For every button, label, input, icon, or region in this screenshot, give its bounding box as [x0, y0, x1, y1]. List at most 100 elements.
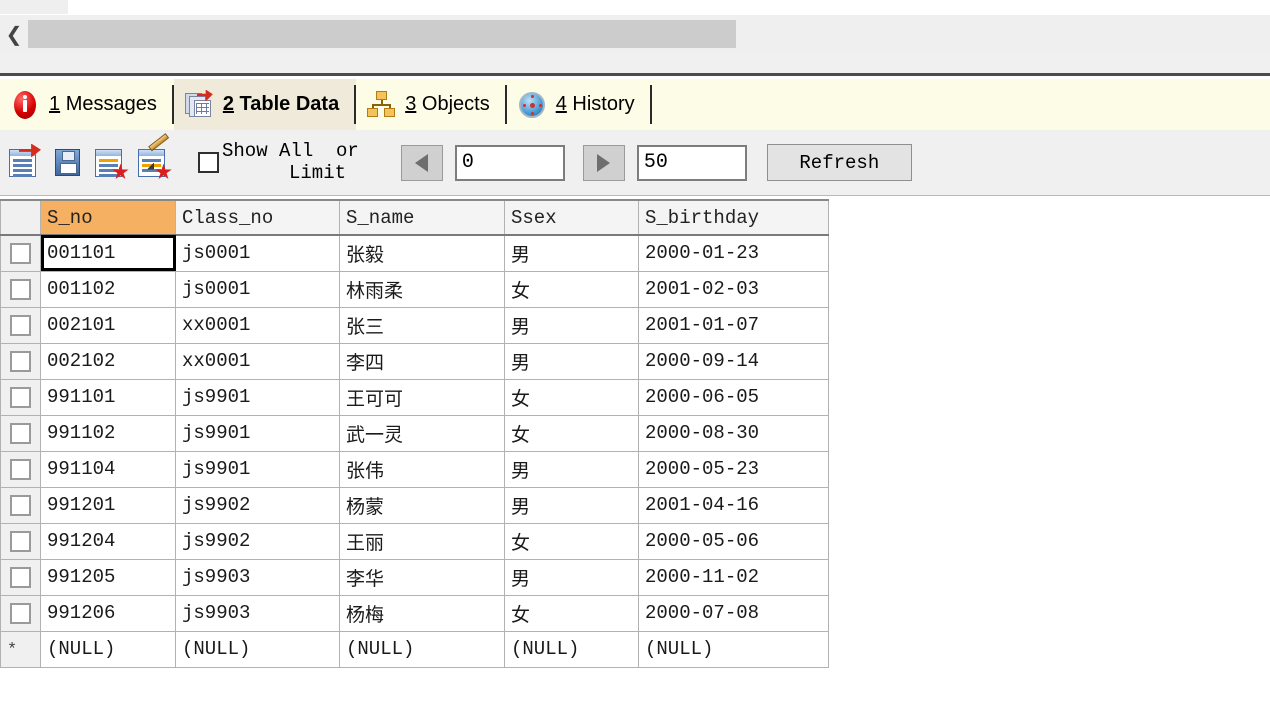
- cell-class-no[interactable]: js9901: [175, 414, 340, 452]
- table-row[interactable]: 991205 js9903 李华男 2000-11-02: [0, 558, 829, 596]
- cell-s-no[interactable]: 001101: [40, 234, 176, 272]
- cell-class-no[interactable]: xx0001: [175, 342, 340, 380]
- new-record-cell-ssex[interactable]: (NULL): [504, 630, 639, 668]
- row-checkbox[interactable]: [10, 314, 31, 336]
- cell-s-name[interactable]: 武一灵: [339, 414, 505, 452]
- refresh-button[interactable]: Refresh: [766, 144, 912, 181]
- cell-s-birthday[interactable]: 2000-08-30: [638, 414, 829, 452]
- row-selector-cell[interactable]: [0, 378, 41, 416]
- cell-class-no[interactable]: js9902: [175, 522, 340, 560]
- cell-class-no[interactable]: js9901: [175, 378, 340, 416]
- cell-s-no[interactable]: 991104: [40, 450, 176, 488]
- new-record-cell-s-no[interactable]: (NULL): [40, 630, 176, 668]
- column-header-s-name[interactable]: S_name: [339, 199, 505, 236]
- cell-s-birthday[interactable]: 2000-07-08: [638, 594, 829, 632]
- cell-ssex[interactable]: 男: [504, 450, 639, 488]
- cell-ssex[interactable]: 男: [504, 342, 639, 380]
- cell-s-name[interactable]: 李四: [339, 342, 505, 380]
- cell-s-name[interactable]: 李华: [339, 558, 505, 596]
- new-record-cell-s-name[interactable]: (NULL): [339, 630, 505, 668]
- cell-s-name[interactable]: 张毅: [339, 234, 505, 272]
- cell-s-birthday[interactable]: 2000-06-05: [638, 378, 829, 416]
- cell-s-name[interactable]: 张伟: [339, 450, 505, 488]
- table-data-grid[interactable]: S_no Class_no S_name Ssex S_birthday 001…: [0, 199, 829, 668]
- row-selector-cell[interactable]: [0, 306, 41, 344]
- post-record-icon[interactable]: [5, 143, 43, 182]
- table-row[interactable]: 002102 xx0001 李四男 2000-09-14: [0, 342, 829, 380]
- previous-page-button[interactable]: [400, 144, 443, 181]
- cell-ssex[interactable]: 女: [504, 522, 639, 560]
- cell-ssex[interactable]: 男: [504, 306, 639, 344]
- cell-s-no[interactable]: 991101: [40, 378, 176, 416]
- row-checkbox[interactable]: [10, 422, 31, 444]
- cell-s-name[interactable]: 杨梅: [339, 594, 505, 632]
- cell-class-no[interactable]: js9903: [175, 558, 340, 596]
- row-checkbox[interactable]: [10, 242, 31, 264]
- cell-ssex[interactable]: 男: [504, 234, 639, 272]
- cell-s-birthday[interactable]: 2000-09-14: [638, 342, 829, 380]
- table-row[interactable]: 991102 js9901 武一灵女 2000-08-30: [0, 414, 829, 452]
- table-row[interactable]: 991201 js9902 杨蒙男 2001-04-16: [0, 486, 829, 524]
- row-selector-cell[interactable]: [0, 594, 41, 632]
- row-selector-cell[interactable]: [0, 234, 41, 272]
- row-checkbox[interactable]: [10, 350, 31, 372]
- chevron-left-icon[interactable]: ❮: [0, 15, 28, 53]
- cell-s-no[interactable]: 991102: [40, 414, 176, 452]
- column-header-s-birthday[interactable]: S_birthday: [638, 199, 829, 236]
- cell-s-birthday[interactable]: 2001-02-03: [638, 270, 829, 308]
- table-row[interactable]: 001102 js0001 林雨柔女 2001-02-03: [0, 270, 829, 308]
- cell-s-birthday[interactable]: 2000-11-02: [638, 558, 829, 596]
- scrollbar-track[interactable]: [736, 15, 1270, 53]
- column-header-class-no[interactable]: Class_no: [175, 199, 340, 236]
- row-checkbox[interactable]: [10, 530, 31, 552]
- cell-class-no[interactable]: js0001: [175, 234, 340, 272]
- cell-s-no[interactable]: 991201: [40, 486, 176, 524]
- save-icon[interactable]: [48, 144, 86, 182]
- new-record-marker-cell[interactable]: *: [0, 630, 41, 668]
- horizontal-scrollbar[interactable]: ❮: [0, 15, 1270, 53]
- cell-s-no[interactable]: 991206: [40, 594, 176, 632]
- table-row[interactable]: 991204 js9902 王丽女 2000-05-06: [0, 522, 829, 560]
- cell-s-birthday[interactable]: 2001-04-16: [638, 486, 829, 524]
- cell-ssex[interactable]: 女: [504, 270, 639, 308]
- row-selector-cell[interactable]: [0, 414, 41, 452]
- table-row[interactable]: 002101 xx0001 张三男 2001-01-07: [0, 306, 829, 344]
- cell-ssex[interactable]: 女: [504, 594, 639, 632]
- table-row[interactable]: 991104 js9901 张伟男 2000-05-23: [0, 450, 829, 488]
- next-page-button[interactable]: [582, 144, 625, 181]
- cell-ssex[interactable]: 男: [504, 486, 639, 524]
- row-checkbox[interactable]: [10, 566, 31, 588]
- cell-s-name[interactable]: 杨蒙: [339, 486, 505, 524]
- offset-input[interactable]: [454, 144, 565, 181]
- row-checkbox[interactable]: [10, 602, 31, 624]
- cell-s-birthday[interactable]: 2000-05-06: [638, 522, 829, 560]
- cell-s-birthday[interactable]: 2000-01-23: [638, 234, 829, 272]
- tab-table-data[interactable]: 2 Table Data: [173, 79, 357, 130]
- cell-class-no[interactable]: js9902: [175, 486, 340, 524]
- table-row[interactable]: 991206 js9903 杨梅女 2000-07-08: [0, 594, 829, 632]
- row-checkbox[interactable]: [10, 494, 31, 516]
- cell-s-name[interactable]: 王可可: [339, 378, 505, 416]
- cell-class-no[interactable]: js9901: [175, 450, 340, 488]
- cell-s-birthday[interactable]: 2000-05-23: [638, 450, 829, 488]
- cancel-record-icon[interactable]: [91, 144, 129, 182]
- row-checkbox[interactable]: [10, 386, 31, 408]
- cell-ssex[interactable]: 女: [504, 378, 639, 416]
- cell-s-name[interactable]: 张三: [339, 306, 505, 344]
- table-row[interactable]: 001101 js0001 张毅男 2000-01-23: [0, 234, 829, 272]
- row-selector-cell[interactable]: [0, 270, 41, 308]
- cell-s-name[interactable]: 林雨柔: [339, 270, 505, 308]
- cell-s-no[interactable]: 991205: [40, 558, 176, 596]
- table-row[interactable]: 991101 js9901 王可可女 2000-06-05: [0, 378, 829, 416]
- tab-objects[interactable]: 3 Objects: [356, 79, 507, 130]
- column-header-s-no[interactable]: S_no: [40, 199, 176, 236]
- cell-class-no[interactable]: xx0001: [175, 306, 340, 344]
- cell-s-no[interactable]: 001102: [40, 270, 176, 308]
- row-checkbox[interactable]: [10, 278, 31, 300]
- cell-ssex[interactable]: 女: [504, 414, 639, 452]
- new-record-cell-s-birthday[interactable]: (NULL): [638, 630, 829, 668]
- row-checkbox[interactable]: [10, 458, 31, 480]
- tab-messages[interactable]: 1 Messages: [0, 79, 174, 130]
- row-selector-cell[interactable]: [0, 558, 41, 596]
- show-all-checkbox-box[interactable]: [198, 152, 219, 173]
